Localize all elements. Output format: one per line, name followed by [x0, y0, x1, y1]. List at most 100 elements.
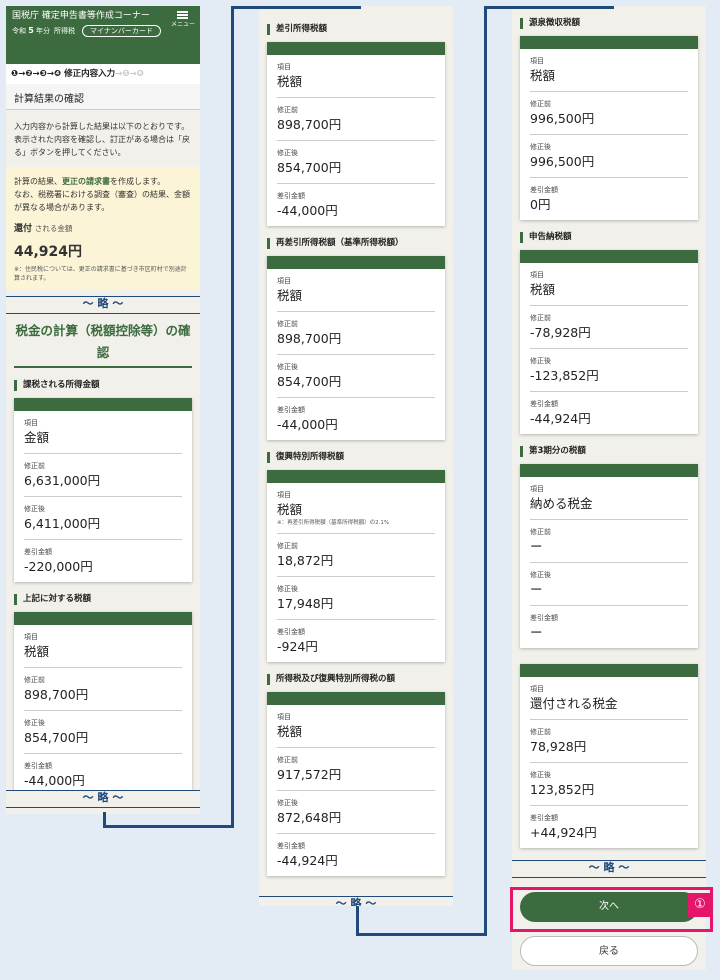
diff-label: 差引金額 [277, 406, 305, 414]
before-label: 修正前 [277, 320, 298, 328]
page-title: 計算結果の確認 [6, 84, 200, 110]
menu-button[interactable]: メニュー [171, 11, 195, 29]
item-value: 税額 [530, 68, 556, 83]
connector-line [484, 6, 614, 9]
diff-row: 差引金額 0円 [520, 178, 698, 220]
card-heading: 課税される所得金額 [14, 380, 192, 391]
tax-comparison-card: 項目 納める税金 修正前ー修正後ー差引金額ー [520, 464, 698, 648]
tax-year: 令和 5 年分 [12, 26, 51, 35]
diff-row: 差引金額ー [520, 606, 698, 648]
omission-marker: ～ 略 ～ [6, 296, 200, 314]
after-label: 修正後 [277, 363, 298, 371]
after-label: 修正後 [530, 771, 551, 779]
after-value: 854,700円 [24, 730, 89, 745]
before-row: 修正前 917,572円 [267, 748, 445, 791]
diff-value: -44,924円 [277, 853, 338, 868]
before-row: 修正前 898,700円 [267, 312, 445, 355]
item-label: 項目 [24, 419, 38, 427]
correction-request-highlight: 更正の請求書 [62, 177, 110, 186]
diff-row: 差引金額 +44,924円 [520, 806, 698, 848]
card-header-bar [14, 398, 192, 411]
after-value: 854,700円 [277, 160, 342, 175]
item-value: 税額 [277, 74, 303, 89]
connector-line [484, 6, 487, 936]
refund-label: 還付 される金額 [14, 224, 73, 234]
diff-row: 差引金額 -44,924円 [520, 392, 698, 434]
diff-value: -44,000円 [24, 773, 85, 788]
diff-row: 差引金額 -44,924円 [267, 834, 445, 876]
diff-row: 差引金額 -220,000円 [14, 540, 192, 582]
connector-line [231, 6, 361, 9]
item-row: 項目 税額 [520, 263, 698, 306]
screen-column-3: 源泉徴収税額 項目 税額 修正前 996,500円 修正後 996,500円 差引金額 0円 申… [512, 6, 706, 970]
card-header-bar [14, 612, 192, 625]
back-button[interactable]: 戻る [520, 936, 698, 966]
item-row: 項目 税額 [520, 49, 698, 92]
card-heading: 申告納税額 [520, 232, 698, 243]
item-note: ※：再差引所得税額（基準所得税額）の2.1% [277, 520, 390, 526]
diff-label: 差引金額 [530, 814, 558, 822]
card-heading: 再差引所得税額（基準所得税額） [267, 238, 445, 249]
card-header-bar [520, 36, 698, 49]
item-label: 項目 [530, 57, 544, 65]
omission-marker: ～ 略 ～ [512, 860, 706, 878]
result-notice: 計算の結果、更正の請求書を作成します。 なお、税務署における調査（審査）の結果、… [6, 167, 200, 289]
item-row: 項目 税額 ※：再差引所得税額（基準所得税額）の2.1% [267, 483, 445, 534]
before-label: 修正前 [530, 100, 551, 108]
card-header-bar [520, 664, 698, 677]
my-number-card-badge[interactable]: マイナンバーカード [82, 25, 161, 37]
tax-comparison-card: 項目 税額 修正前 898,700円 修正後 854,700円 差引金額 -44,000円 [267, 256, 445, 440]
item-value: 金額 [24, 430, 50, 445]
item-row: 項目 還付される税金 [520, 677, 698, 720]
tax-comparison-card: 項目税額修正前 996,500円修正後 996,500円差引金額 0円 [520, 36, 698, 220]
item-label: 項目 [277, 63, 291, 71]
before-value: 996,500円 [530, 111, 595, 126]
tax-comparison-card: 項目 税額 ※：再差引所得税額（基準所得税額）の2.1% 修正前 18,872円 修正後 1… [267, 470, 445, 662]
after-row: 修正後 6,411,000円 [14, 497, 192, 540]
after-row: 修正後 872,648円 [267, 791, 445, 834]
before-label: 修正前 [24, 676, 45, 684]
diff-value: -44,924円 [530, 411, 591, 426]
diff-label: 差引金額 [530, 186, 558, 194]
intro-text: 入力内容から計算した結果は以下のとおりです。 表示された内容を確認し、訂正がある… [14, 122, 190, 157]
item-value: 税額 [277, 502, 303, 517]
diff-value: +44,924円 [530, 825, 597, 840]
omission-marker: ～ 略 ～ [259, 896, 453, 906]
after-row: 修正後 854,700円 [267, 141, 445, 184]
diff-label: 差引金額 [530, 400, 558, 408]
item-row: 項目 税額 [267, 705, 445, 748]
after-label: 修正後 [24, 719, 45, 727]
item-label: 項目 [530, 485, 544, 493]
connector-line [103, 825, 234, 828]
section-title: 税金の計算（税額控除等）の確認 [15, 323, 191, 360]
diff-value: -44,000円 [277, 203, 338, 218]
card-header-bar [267, 256, 445, 269]
card-header-bar [520, 250, 698, 263]
before-label: 修正前 [277, 756, 298, 764]
card-heading: 差引所得税額 [267, 24, 445, 35]
screen-column-1: 国税庁 確定申告書等作成コーナー 令和 5 年分 所得税 マイナンバーカード メ… [6, 6, 200, 814]
diff-value: ー [530, 625, 543, 640]
diff-value: -220,000円 [24, 559, 93, 574]
after-value: 123,852円 [530, 782, 595, 797]
item-label: 項目 [277, 713, 291, 721]
item-label: 項目 [530, 271, 544, 279]
before-row: 修正前 6,631,000円 [14, 454, 192, 497]
after-value: -123,852円 [530, 368, 599, 383]
before-label: 修正前 [530, 728, 551, 736]
app-header: 国税庁 確定申告書等作成コーナー 令和 5 年分 所得税 マイナンバーカード メ… [6, 6, 200, 64]
item-value: 税額 [277, 724, 303, 739]
omission-marker: ～ 略 ～ [6, 790, 200, 808]
item-value: 還付される税金 [530, 696, 618, 711]
item-row: 項目 税額 [267, 55, 445, 98]
after-label: 修正後 [277, 799, 298, 807]
section-divider [14, 366, 192, 368]
diff-value: 0円 [530, 197, 551, 212]
before-label: 修正前 [277, 106, 298, 114]
after-row: 修正後 996,500円 [520, 135, 698, 178]
item-label: 項目 [530, 685, 544, 693]
diff-row: 差引金額 -44,000円 [267, 398, 445, 440]
connector-line [356, 904, 359, 936]
item-value: 税額 [24, 644, 50, 659]
before-row: 修正前 -78,928円 [520, 306, 698, 349]
